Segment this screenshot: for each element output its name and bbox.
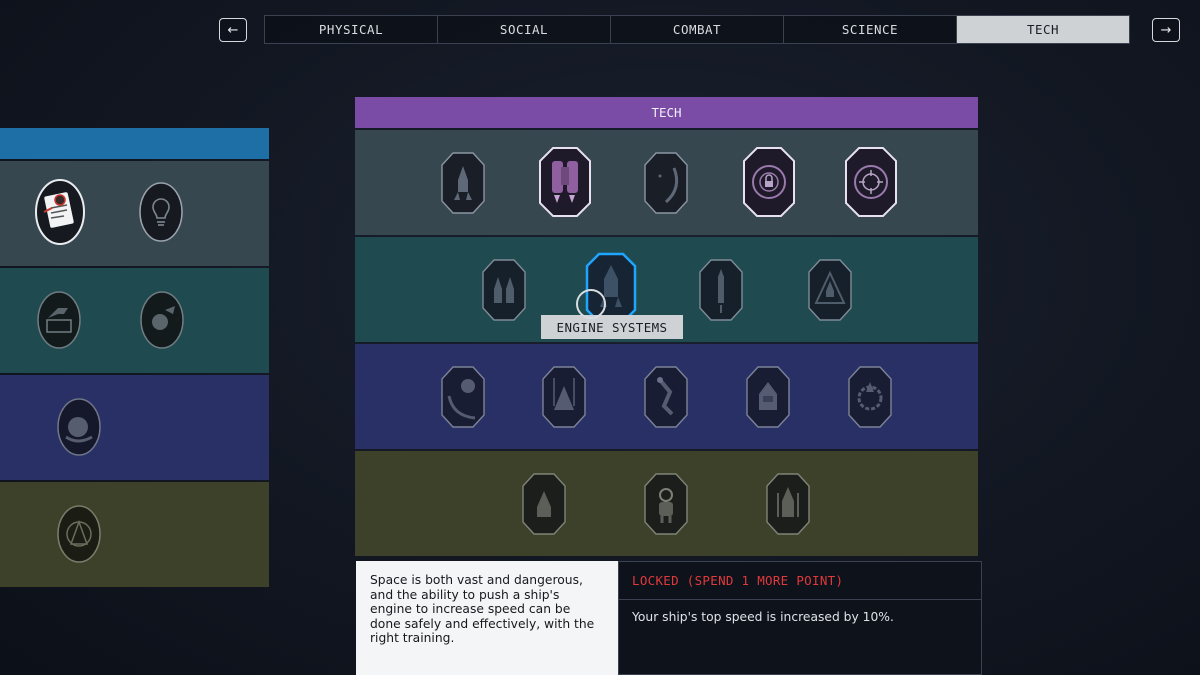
- left-tier-4: [0, 482, 269, 587]
- planet-arc-icon[interactable]: [644, 152, 688, 214]
- cursor-icon: [576, 289, 606, 319]
- planet-claw-icon[interactable]: [139, 290, 185, 350]
- lock-target-icon[interactable]: [743, 147, 795, 217]
- rocket-launch-icon[interactable]: [441, 152, 485, 214]
- tier-1-row: [355, 130, 978, 235]
- robot-arm-icon[interactable]: [644, 366, 688, 428]
- targeting-crosshair-icon[interactable]: [845, 147, 897, 217]
- left-tier-3: [0, 375, 269, 480]
- rocket-stack-icon[interactable]: [766, 473, 810, 535]
- tier-4-row: [355, 451, 978, 556]
- locked-status: LOCKED (SPEND 1 MORE POINT): [619, 562, 981, 600]
- compass-icon[interactable]: [56, 504, 102, 564]
- next-category-button[interactable]: →: [1152, 18, 1180, 42]
- document-bug-icon[interactable]: [34, 178, 86, 246]
- twin-rockets-icon[interactable]: [482, 259, 526, 321]
- missile-icon[interactable]: [699, 259, 743, 321]
- rank-effect: Your ship's top speed is increased by 10…: [632, 610, 894, 624]
- ship-gear-icon[interactable]: [848, 366, 892, 428]
- left-tier-2: [0, 268, 269, 373]
- skill-rank-panel: LOCKED (SPEND 1 MORE POINT) Your ship's …: [618, 561, 982, 675]
- tab-physical[interactable]: PHYSICAL: [265, 16, 438, 43]
- weapon-crate-icon[interactable]: [36, 290, 82, 350]
- shuttle-icon[interactable]: [522, 473, 566, 535]
- lightbulb-icon[interactable]: [138, 181, 184, 243]
- ship-emblem-icon[interactable]: [808, 259, 852, 321]
- prev-category-button[interactable]: ←: [219, 18, 247, 42]
- arrow-right-icon: →: [1160, 22, 1172, 38]
- tier-3-row: [355, 344, 978, 449]
- planet-orbit-icon[interactable]: [441, 366, 485, 428]
- tab-combat[interactable]: COMBAT: [611, 16, 784, 43]
- tab-science[interactable]: SCIENCE: [784, 16, 957, 43]
- skill-description: Space is both vast and dangerous, and th…: [356, 561, 618, 675]
- skill-tooltip: ENGINE SYSTEMS: [541, 315, 683, 339]
- previous-category-column: [0, 128, 269, 587]
- skill-category-tabs: PHYSICAL SOCIAL COMBAT SCIENCE TECH: [264, 15, 1130, 44]
- arrow-left-icon: ←: [227, 22, 239, 38]
- previous-category-header: [0, 128, 269, 159]
- astronaut-icon[interactable]: [644, 473, 688, 535]
- tab-social[interactable]: SOCIAL: [438, 16, 611, 43]
- ship-nose-icon[interactable]: [542, 366, 586, 428]
- tab-tech[interactable]: TECH: [957, 16, 1129, 43]
- panel-title: TECH: [355, 97, 978, 128]
- jetpack-icon[interactable]: [539, 147, 591, 217]
- planet-hand-icon[interactable]: [56, 397, 102, 457]
- cockpit-icon[interactable]: [746, 366, 790, 428]
- left-tier-1: [0, 161, 269, 266]
